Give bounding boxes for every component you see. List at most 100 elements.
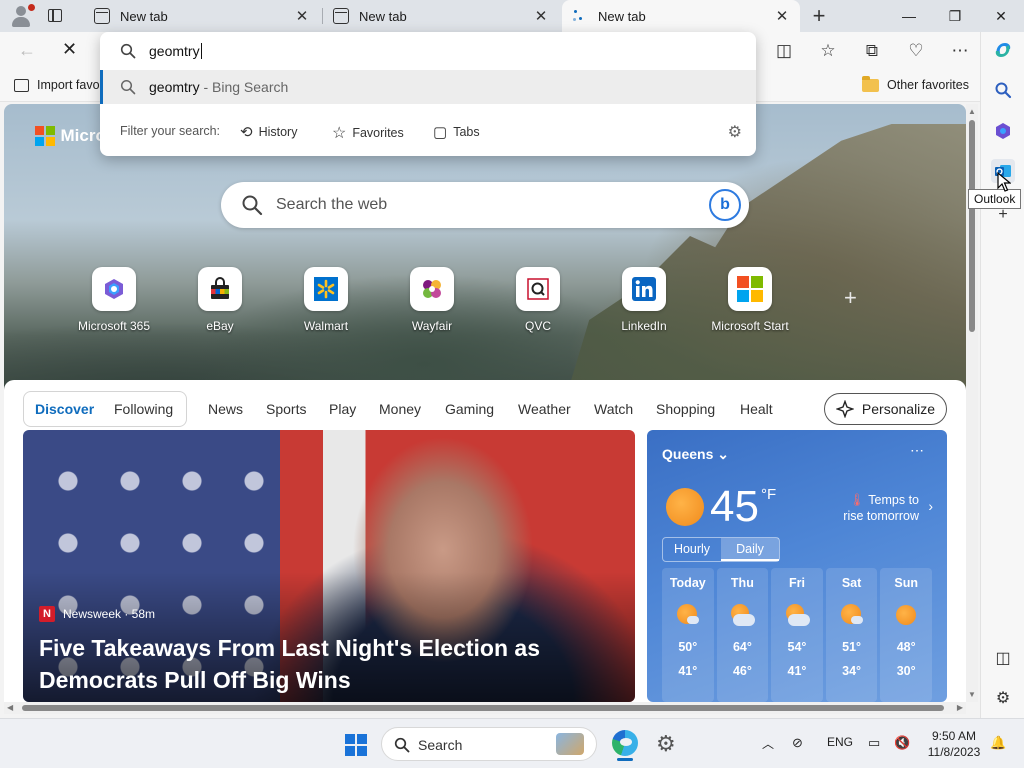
language-indicator[interactable]: ENG	[827, 735, 853, 749]
scrollbar-thumb[interactable]	[969, 120, 975, 332]
forecast-day[interactable]: Today 50° 41°	[662, 568, 714, 702]
search-settings-gear-icon[interactable]: ⚙	[728, 122, 742, 142]
feed-tab-weather[interactable]: Weather	[518, 401, 571, 417]
story-headline[interactable]: Five Takeaways From Last Night's Electio…	[39, 632, 599, 696]
search-suggestion[interactable]: geomtry - Bing Search	[100, 70, 756, 104]
other-favorites-button[interactable]: Other favorites	[862, 75, 969, 92]
quick-link-walmart[interactable]: Walmart	[278, 267, 374, 333]
forecast-day[interactable]: Fri 54° 41°	[771, 568, 823, 702]
search-highlight-image	[556, 733, 584, 755]
bing-chat-icon[interactable]: b	[709, 189, 741, 221]
quick-link-linkedin[interactable]: LinkedIn	[596, 267, 692, 333]
restore-button[interactable]: ❐	[932, 0, 978, 32]
new-tab-button[interactable]: +	[808, 5, 830, 27]
feed-tab-news[interactable]: News	[208, 401, 243, 417]
quick-link-microsoft-start[interactable]: Microsoft Start	[702, 267, 798, 333]
microsoft365-icon[interactable]	[991, 119, 1015, 143]
more-options-icon[interactable]: ⋯	[910, 442, 925, 459]
feed-tab-shopping[interactable]: Shopping	[656, 401, 715, 417]
filter-tabs-button[interactable]: ▢ Tabs	[433, 123, 480, 141]
weather-card[interactable]: Queens ⌄ ⋯ 45 °F 🌡 Temps to rise tomorro…	[647, 430, 947, 702]
minimize-button[interactable]: —	[886, 0, 932, 32]
quick-link-label: Microsoft 365	[77, 319, 151, 333]
search-icon[interactable]	[991, 78, 1015, 102]
filter-favorites-button[interactable]: ☆ Favorites	[332, 123, 404, 143]
show-hidden-icons-chevron-icon[interactable]: ︿	[762, 735, 774, 752]
browser-essentials-icon[interactable]: ♡	[904, 40, 928, 62]
collections-icon[interactable]: ⧉	[860, 40, 884, 62]
add-favorite-icon[interactable]: ☆	[816, 40, 840, 62]
add-shortcut-icon[interactable]: +	[844, 285, 857, 311]
outlook-tooltip: Outlook	[968, 189, 1022, 209]
weather-alert[interactable]: 🌡 Temps to rise tomorrow	[827, 492, 919, 524]
forecast-toggle: Hourly Daily	[662, 537, 780, 562]
import-favorites-button[interactable]: Import favo	[14, 78, 100, 92]
personalize-button[interactable]: Personalize	[824, 393, 947, 425]
quick-link-qvc[interactable]: QVC	[490, 267, 586, 333]
horizontal-scrollbar[interactable]: ◀ ▶	[4, 702, 966, 714]
split-screen-icon[interactable]: ◫	[772, 40, 796, 62]
scroll-left-arrow-icon[interactable]: ◀	[7, 703, 13, 712]
filter-history-button[interactable]: ⟲ History	[240, 123, 297, 141]
daily-tab[interactable]: Daily	[721, 538, 779, 561]
feed-tab-money[interactable]: Money	[379, 401, 421, 417]
feed-tab-gaming[interactable]: Gaming	[445, 401, 494, 417]
scroll-down-arrow-icon[interactable]: ▼	[968, 690, 976, 699]
tab-actions-menu-icon[interactable]	[46, 6, 66, 26]
settings-gear-icon[interactable]: ⚙	[656, 731, 676, 757]
forecast-day[interactable]: Sat 51° 34°	[825, 568, 878, 702]
feed-tab-discover[interactable]: Discover	[35, 401, 94, 417]
quick-link-wayfair[interactable]: Wayfair	[384, 267, 480, 333]
quick-link-label: Microsoft Start	[711, 319, 789, 333]
forecast-day[interactable]: Sun 48° 30°	[880, 568, 932, 702]
qvc-icon	[527, 278, 549, 300]
more-menu-icon[interactable]: ⋯	[948, 40, 972, 62]
edge-browser-icon[interactable]	[610, 728, 640, 761]
profile-avatar[interactable]	[8, 3, 35, 29]
feed-tab-sports[interactable]: Sports	[266, 401, 306, 417]
folder-icon	[862, 75, 879, 92]
address-input[interactable]: geomtry	[100, 32, 756, 70]
chevron-right-icon[interactable]: ›	[928, 498, 933, 514]
notifications-bell-icon[interactable]: 🔔	[990, 735, 1006, 751]
volume-muted-icon[interactable]: 🔇	[894, 735, 910, 751]
high-temp: 51°	[842, 640, 862, 654]
split-screen-icon[interactable]: ◫	[991, 646, 1015, 670]
feed-tab-play[interactable]: Play	[329, 401, 356, 417]
weather-location[interactable]: Queens ⌄	[662, 446, 729, 463]
stop-loading-icon[interactable]: ✕	[62, 39, 77, 60]
copilot-icon[interactable]	[991, 38, 1015, 62]
web-search-box[interactable]: Search the web b	[221, 182, 749, 228]
quick-link-label: LinkedIn	[621, 319, 667, 333]
tab-2[interactable]: New tab ✕	[323, 0, 559, 32]
address-query-text: geomtry	[149, 43, 200, 59]
microsoft-logo[interactable]: Micro	[35, 126, 106, 146]
quick-link-microsoft-365[interactable]: Microsoft 365	[66, 267, 162, 333]
hourly-tab[interactable]: Hourly	[663, 538, 721, 561]
scroll-right-arrow-icon[interactable]: ▶	[957, 703, 963, 712]
back-arrow-icon[interactable]: ←	[18, 40, 36, 61]
close-window-button[interactable]: ✕	[978, 0, 1024, 32]
system-clock[interactable]: 9:50 AM 11/8/2023	[926, 728, 982, 760]
feed-tab-following[interactable]: Following	[114, 401, 173, 417]
news-feed: Discover Following News Sports Play Mone…	[4, 380, 966, 702]
taskbar-search-box[interactable]: Search	[381, 727, 597, 761]
high-temp: 50°	[678, 640, 698, 654]
network-disconnected-icon[interactable]: ⊘	[792, 735, 803, 751]
scrollbar-thumb[interactable]	[22, 705, 944, 711]
feed-tab-watch[interactable]: Watch	[594, 401, 633, 417]
feed-tab-health[interactable]: Healt	[740, 401, 773, 417]
top-story-card[interactable]: N Newsweek · 58m Five Takeaways From Las…	[23, 430, 635, 702]
tab-3-active[interactable]: New tab ✕	[562, 0, 800, 32]
forecast-day[interactable]: Thu 64° 46°	[716, 568, 769, 702]
scroll-up-arrow-icon[interactable]: ▲	[968, 107, 976, 116]
close-tab-icon[interactable]: ✕	[774, 7, 790, 25]
windows-start-icon[interactable]	[345, 734, 367, 756]
quick-link-ebay[interactable]: eBay	[172, 267, 268, 333]
close-tab-icon[interactable]: ✕	[533, 7, 549, 25]
tab-1[interactable]: New tab ✕	[84, 0, 320, 32]
close-tab-icon[interactable]: ✕	[294, 7, 310, 25]
linkedin-icon	[632, 277, 656, 301]
device-icon[interactable]: ▭	[868, 735, 880, 751]
settings-icon[interactable]: ⚙	[991, 686, 1015, 710]
